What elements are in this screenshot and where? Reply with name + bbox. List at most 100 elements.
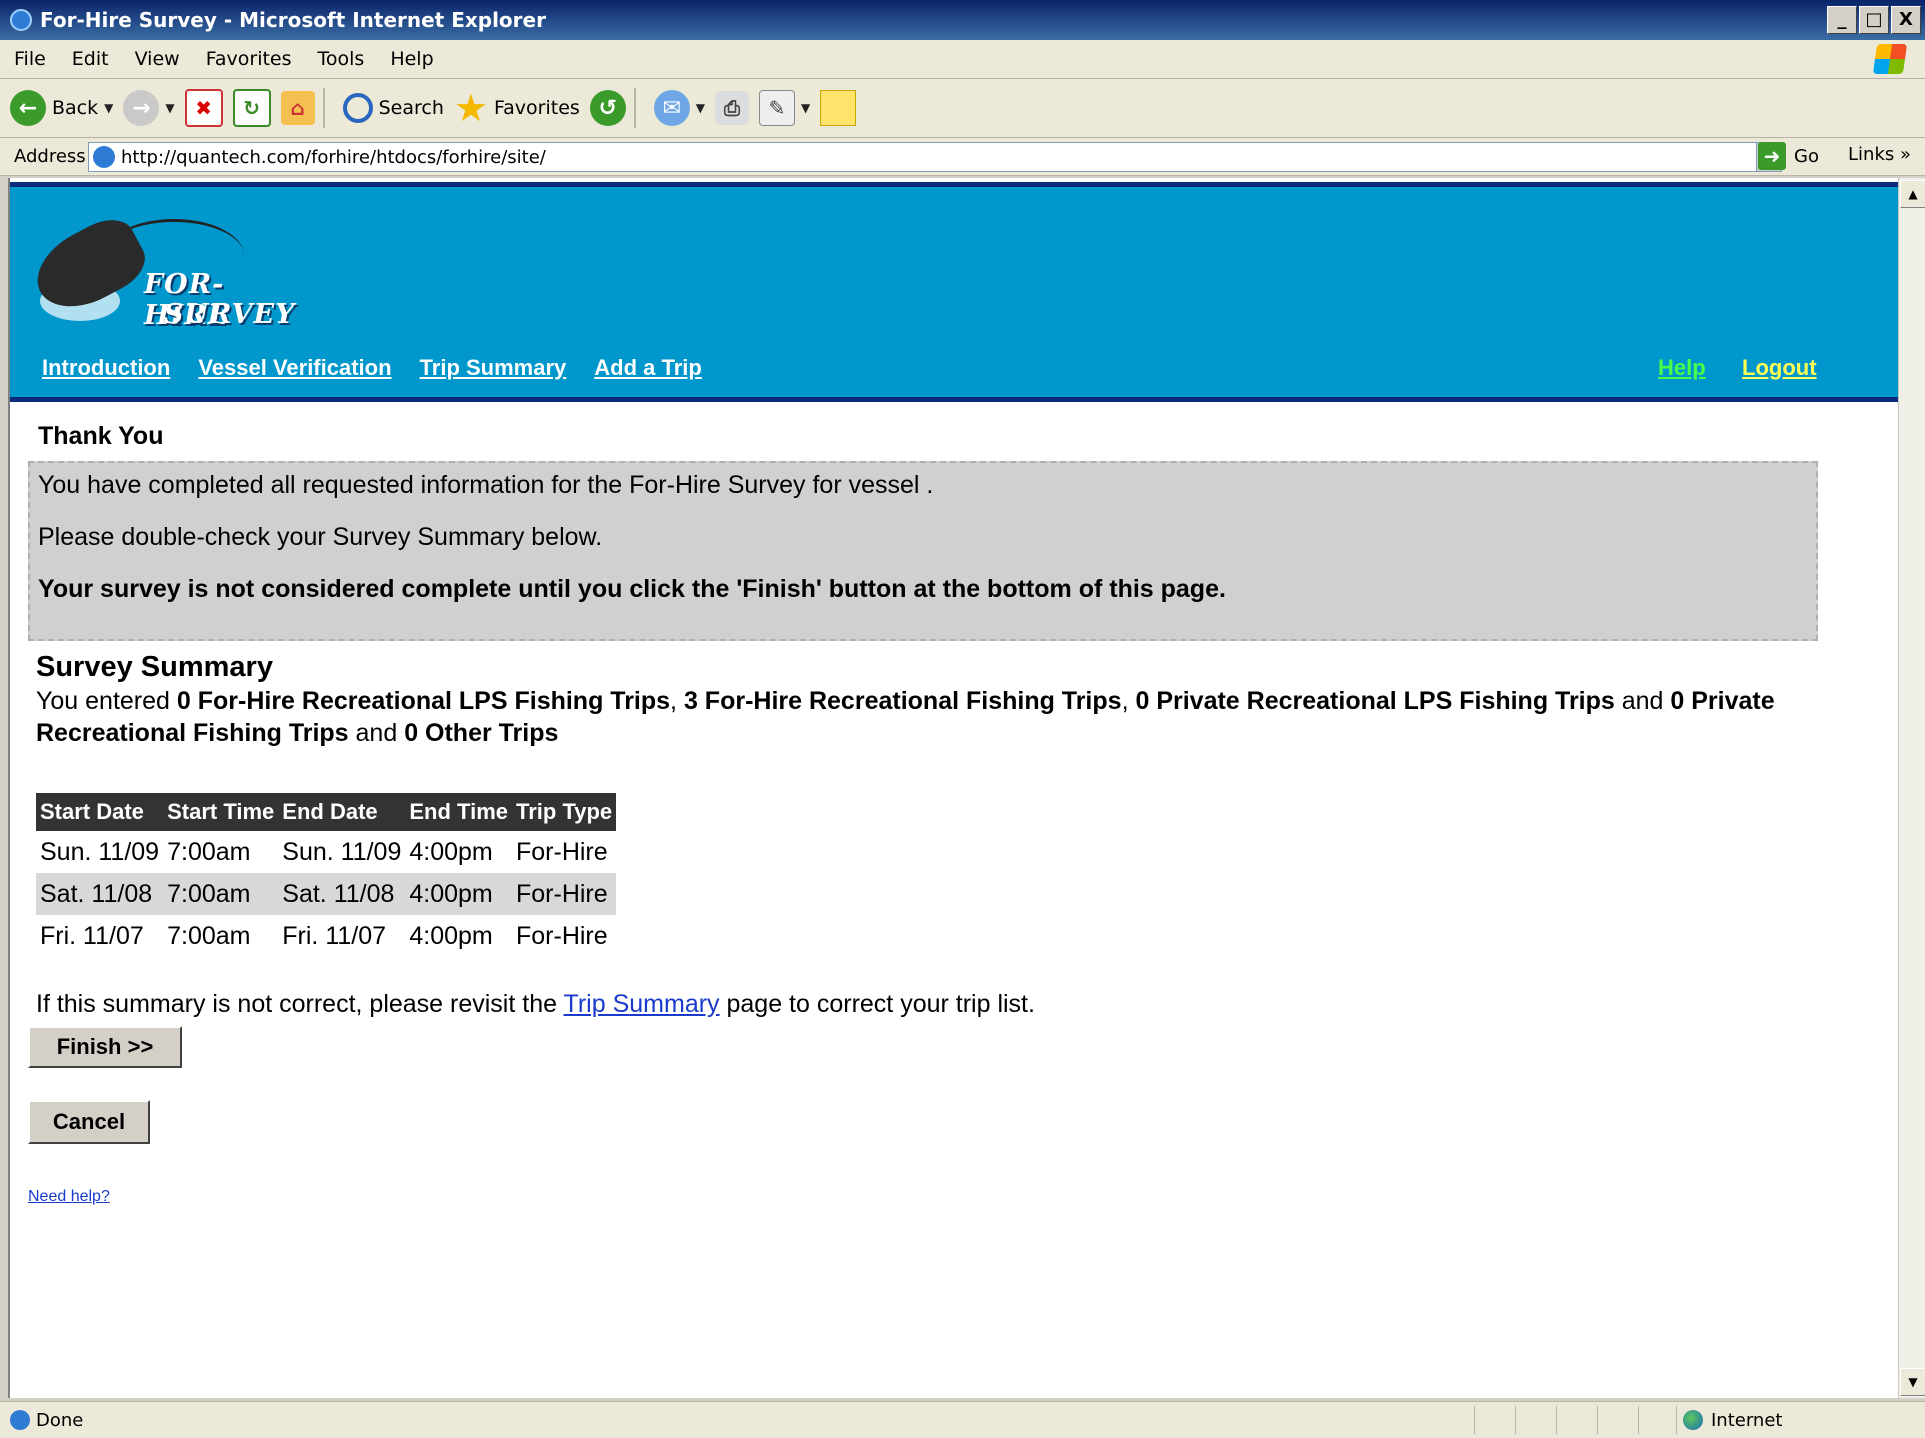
address-bar: Address http://quantech.com/forhire/htdo… (0, 138, 1925, 176)
status-panel (1597, 1406, 1634, 1434)
menu-bar: File Edit View Favorites Tools Help (0, 40, 1925, 79)
chevron-down-icon[interactable]: ▼ (104, 101, 113, 115)
col-start-time: Start Time (163, 793, 279, 831)
window-controls: _ □ X (1827, 6, 1921, 34)
close-button[interactable]: X (1891, 6, 1921, 34)
favorites-button[interactable]: ★ Favorites (454, 86, 580, 130)
history-icon: ↺ (589, 90, 626, 126)
star-icon: ★ (453, 86, 488, 130)
notice-line-completed: You have completed all requested informa… (38, 471, 934, 499)
home-button[interactable]: ⌂ (280, 91, 315, 125)
toolbar: ← Back ▼ → ▼ ✖ ↻ ⌂ Search ★ Favorites ↺ … (0, 79, 1925, 138)
zone-label: Internet (1711, 1409, 1783, 1431)
summary-sep: and (1614, 687, 1671, 715)
cell-end-date: Sun. 11/09 (282, 837, 402, 866)
refresh-button[interactable]: ↻ (232, 89, 271, 127)
scroll-up-button[interactable]: ▲ (1900, 180, 1925, 208)
go-button[interactable]: ➜ Go (1758, 142, 1819, 170)
summary-other: 0 Other Trips (404, 719, 559, 747)
col-end-time: End Time (405, 793, 512, 831)
cell-trip-type: For-Hire (516, 837, 608, 866)
stop-button[interactable]: ✖ (184, 89, 223, 127)
notice-box: You have completed all requested informa… (28, 461, 1818, 641)
table-row: Sat. 11/08 7:00am Sat. 11/08 4:00pm For-… (36, 873, 617, 915)
summary-forhire-lps: 0 For-Hire Recreational LPS Fishing Trip… (176, 687, 671, 715)
links-button[interactable]: Links » (1848, 144, 1911, 165)
summary-forhire: 3 For-Hire Recreational Fishing Trips (683, 687, 1122, 715)
cell-start-date: Sat. 11/08 (36, 873, 164, 915)
address-url[interactable]: http://quantech.com/forhire/htdocs/forhi… (121, 147, 546, 168)
finish-button[interactable]: Finish >> (28, 1026, 182, 1068)
nav-logout[interactable]: Logout (1742, 355, 1817, 381)
back-arrow-icon: ← (10, 90, 46, 126)
chevron-down-icon[interactable]: ▼ (696, 101, 705, 115)
col-start-date: Start Date (36, 793, 164, 831)
menu-edit[interactable]: Edit (72, 48, 109, 70)
col-end-date: End Date (278, 793, 406, 831)
scroll-down-button[interactable]: ▼ (1900, 1368, 1925, 1396)
summary-prefix: You entered (36, 687, 177, 715)
correction-prefix: If this summary is not correct, please r… (36, 990, 564, 1018)
window-titlebar: For-Hire Survey - Microsoft Internet Exp… (0, 0, 1925, 40)
nav-vessel-verification[interactable]: Vessel Verification (198, 355, 391, 381)
mail-button[interactable]: ✉ ▼ (653, 90, 705, 126)
search-button[interactable]: Search (342, 93, 444, 123)
forward-button[interactable]: → ▼ (123, 90, 175, 126)
minimize-button[interactable]: _ (1827, 6, 1857, 34)
notice-line-finish-warning: Your survey is not considered complete u… (38, 575, 1226, 603)
nav-trip-summary[interactable]: Trip Summary (420, 355, 567, 381)
menu-view[interactable]: View (135, 48, 180, 70)
cell-end-time: 4:00pm (409, 921, 493, 950)
toolbar-separator (633, 88, 636, 128)
trip-summary-link[interactable]: Trip Summary (564, 990, 720, 1018)
notes-button[interactable] (820, 90, 857, 126)
edit-button[interactable]: ✎ ▼ (759, 90, 810, 126)
chevron-down-icon[interactable]: ▼ (165, 101, 174, 115)
col-trip-type: Trip Type (512, 793, 617, 831)
page-viewport: FOR-HIRE SURVEY Introduction Vessel Veri… (8, 178, 1898, 1398)
favorites-label: Favorites (493, 97, 580, 119)
ie-icon (10, 9, 32, 31)
cell-end-date: Sat. 11/08 (278, 873, 406, 915)
edit-icon: ✎ (759, 90, 796, 126)
maximize-button[interactable]: □ (1859, 6, 1889, 34)
status-panel (1638, 1406, 1675, 1434)
chevron-down-icon[interactable]: ▼ (801, 101, 810, 115)
go-arrow-icon: ➜ (1758, 142, 1786, 170)
print-button[interactable]: ⎙ (715, 91, 750, 125)
address-input[interactable]: http://quantech.com/forhire/htdocs/forhi… (88, 142, 1782, 172)
cell-start-date: Sun. 11/09 (40, 837, 160, 866)
menu-file[interactable]: File (14, 48, 46, 70)
nav-introduction[interactable]: Introduction (42, 355, 170, 381)
search-label: Search (378, 97, 444, 119)
back-button[interactable]: ← Back ▼ (10, 90, 113, 126)
site-logo[interactable]: FOR-HIRE SURVEY (24, 209, 294, 331)
summary-heading: Survey Summary (36, 651, 273, 683)
windows-logo-icon (1872, 44, 1908, 74)
notice-line-double-check: Please double-check your Survey Summary … (38, 523, 603, 551)
trips-table: Start Date Start Time End Date End Time … (36, 793, 617, 957)
printer-icon: ⎙ (715, 91, 750, 125)
cell-trip-type: For-Hire (516, 921, 608, 950)
history-button[interactable]: ↺ (589, 90, 626, 126)
security-zone[interactable]: Internet (1676, 1406, 1782, 1434)
status-panel (1515, 1406, 1552, 1434)
nav-add-a-trip[interactable]: Add a Trip (594, 355, 702, 381)
window-title: For-Hire Survey - Microsoft Internet Exp… (40, 8, 546, 32)
cell-start-date: Fri. 11/07 (40, 921, 144, 950)
cancel-button[interactable]: Cancel (28, 1100, 150, 1144)
vertical-scrollbar[interactable]: ▲ ▼ (1898, 178, 1925, 1398)
home-icon: ⌂ (280, 91, 315, 125)
table-row: Sun. 11/09 7:00am Sun. 11/09 4:00pm For-… (36, 831, 616, 873)
need-help-link[interactable]: Need help? (28, 1188, 110, 1206)
cell-start-time: 7:00am (167, 921, 251, 950)
menu-favorites[interactable]: Favorites (206, 48, 292, 70)
menu-tools[interactable]: Tools (318, 48, 365, 70)
menu-help[interactable]: Help (390, 48, 433, 70)
status-panel (1474, 1406, 1511, 1434)
cell-trip-type: For-Hire (512, 873, 617, 915)
status-text: Done (36, 1409, 84, 1431)
nav-help[interactable]: Help (1658, 355, 1706, 381)
stop-icon: ✖ (184, 89, 223, 127)
address-label: Address (14, 146, 86, 167)
